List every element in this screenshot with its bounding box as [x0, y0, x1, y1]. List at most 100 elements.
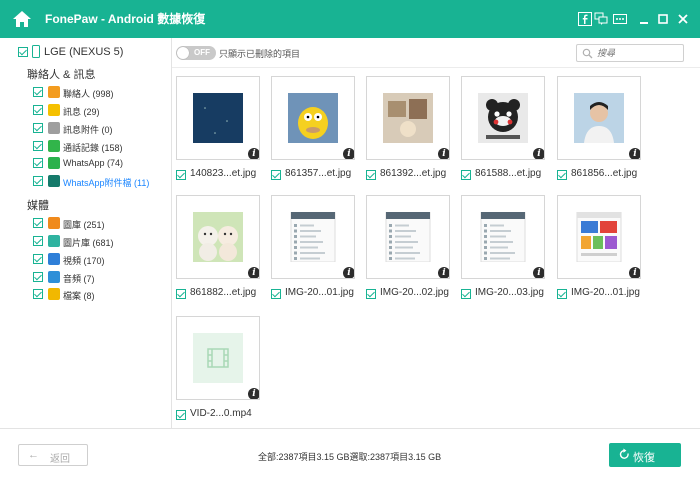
file-checkbox[interactable] [176, 289, 186, 299]
sidebar-item-checkbox[interactable] [33, 236, 43, 246]
facebook-icon[interactable] [578, 12, 592, 26]
file-checkbox[interactable] [366, 289, 376, 299]
message-attachments-icon [48, 122, 60, 134]
sidebar-item-label: 訊息附件 (0) [63, 125, 113, 135]
sidebar-item[interactable]: WhatsApp (74) [0, 155, 172, 171]
home-icon[interactable] [11, 8, 33, 30]
info-icon[interactable]: i [343, 148, 354, 159]
sidebar-item[interactable]: WhatsApp附件檔 (11) [0, 173, 172, 189]
sidebar-item-checkbox[interactable] [33, 176, 43, 186]
sidebar-item-checkbox[interactable] [33, 158, 43, 168]
file-name: 861392...et.jpg [380, 168, 447, 179]
info-icon[interactable]: i [533, 148, 544, 159]
video-icon [48, 253, 60, 265]
sidebar-item-checkbox[interactable] [33, 218, 43, 228]
sidebar-item-checkbox[interactable] [33, 105, 43, 115]
sidebar-item[interactable]: 圖片庫 (681) [0, 233, 172, 249]
menu-icon[interactable] [613, 12, 627, 26]
file-thumbnail[interactable]: i [557, 76, 641, 160]
device-row[interactable]: LGE (NEXUS 5) [0, 45, 172, 61]
sidebar: LGE (NEXUS 5) 聯絡人 & 訊息 聯絡人 (998) 訊息 (29) 訊… [0, 38, 172, 428]
file-thumbnail[interactable]: i [366, 76, 450, 160]
info-icon[interactable]: i [629, 148, 640, 159]
file-thumbnail[interactable]: i [271, 195, 355, 279]
sidebar-item-checkbox[interactable] [33, 141, 43, 151]
sidebar-item[interactable]: 訊息 (29) [0, 102, 172, 118]
file-tile[interactable]: i 861882...et.jpg [172, 187, 260, 299]
file-thumbnail[interactable]: i [271, 76, 355, 160]
sidebar-item-label: WhatsApp附件檔 (11) [63, 178, 150, 188]
file-name: 861357...et.jpg [285, 168, 352, 179]
file-thumbnail[interactable]: i [176, 76, 260, 160]
sidebar-item[interactable]: 訊息附件 (0) [0, 120, 172, 136]
sidebar-item-checkbox[interactable] [33, 254, 43, 264]
maximize-icon[interactable] [656, 12, 670, 26]
thumbnail-image [193, 333, 243, 383]
search-icon [582, 48, 593, 59]
device-checkbox[interactable] [18, 47, 28, 57]
sidebar-item[interactable]: 通話記錄 (158) [0, 138, 172, 154]
file-tile[interactable]: i IMG-20...03.jpg [457, 187, 545, 299]
recover-icon [619, 448, 629, 459]
file-checkbox[interactable] [461, 289, 471, 299]
file-checkbox[interactable] [271, 289, 281, 299]
info-icon[interactable]: i [533, 267, 544, 278]
file-thumbnail[interactable]: i [557, 195, 641, 279]
recover-button[interactable]: 恢復 [609, 443, 681, 467]
section-title-media: 媒體 [27, 200, 49, 212]
info-icon[interactable]: i [629, 267, 640, 278]
file-tile[interactable]: i 861357...et.jpg [267, 68, 355, 180]
sidebar-item[interactable]: 視頻 (170) [0, 251, 172, 267]
info-icon[interactable]: i [248, 267, 259, 278]
file-name: 861856...et.jpg [571, 168, 638, 179]
info-icon[interactable]: i [438, 267, 449, 278]
sidebar-item[interactable]: 圖庫 (251) [0, 215, 172, 231]
file-tile[interactable]: i 140823...et.jpg [172, 68, 260, 180]
sidebar-item-checkbox[interactable] [33, 272, 43, 282]
info-icon[interactable]: i [248, 388, 259, 399]
sidebar-item[interactable]: 聯絡人 (998) [0, 84, 172, 100]
sidebar-item-checkbox[interactable] [33, 289, 43, 299]
file-checkbox[interactable] [176, 170, 186, 180]
sidebar-item-label: 聯絡人 (998) [63, 89, 114, 99]
file-checkbox[interactable] [176, 410, 186, 420]
file-name: 861882...et.jpg [190, 287, 257, 298]
file-tile[interactable]: i VID-2...0.mp4 [172, 308, 260, 420]
info-icon[interactable]: i [343, 267, 354, 278]
back-button[interactable]: ← 返回 [18, 444, 88, 466]
file-tile[interactable]: i 861588...et.jpg [457, 68, 545, 180]
file-thumbnail[interactable]: i [461, 195, 545, 279]
gallery-icon [48, 217, 60, 229]
minimize-icon[interactable] [637, 12, 651, 26]
search-box[interactable] [576, 44, 684, 62]
sidebar-item-checkbox[interactable] [33, 123, 43, 133]
file-checkbox[interactable] [557, 289, 567, 299]
file-tile[interactable]: i IMG-20...01.jpg [553, 187, 641, 299]
file-checkbox[interactable] [366, 170, 376, 180]
file-checkbox[interactable] [271, 170, 281, 180]
close-icon[interactable] [676, 12, 690, 26]
file-thumbnail[interactable]: i [176, 316, 260, 400]
sidebar-item-checkbox[interactable] [33, 87, 43, 97]
sidebar-item[interactable]: 音頻 (7) [0, 269, 172, 285]
deleted-only-toggle[interactable]: OFF [176, 46, 216, 60]
thumbnail-image [383, 93, 433, 143]
feedback-icon[interactable] [594, 12, 608, 26]
thumbnail-image [478, 211, 528, 263]
file-tile[interactable]: i IMG-20...01.jpg [267, 187, 355, 299]
file-tile[interactable]: i 861856...et.jpg [553, 68, 641, 180]
file-thumbnail[interactable]: i [176, 195, 260, 279]
file-checkbox[interactable] [557, 170, 567, 180]
file-thumbnail[interactable]: i [461, 76, 545, 160]
file-checkbox[interactable] [461, 170, 471, 180]
sidebar-item-label: WhatsApp (74) [63, 158, 124, 168]
sidebar-item[interactable]: 檔案 (8) [0, 286, 172, 302]
file-thumbnail[interactable]: i [366, 195, 450, 279]
picture-library-icon [48, 235, 60, 247]
file-tile[interactable]: i IMG-20...02.jpg [362, 187, 450, 299]
info-icon[interactable]: i [248, 148, 259, 159]
file-tile[interactable]: i 861392...et.jpg [362, 68, 450, 180]
back-arrow-icon: ← [28, 449, 39, 461]
search-input[interactable] [597, 46, 679, 60]
info-icon[interactable]: i [438, 148, 449, 159]
